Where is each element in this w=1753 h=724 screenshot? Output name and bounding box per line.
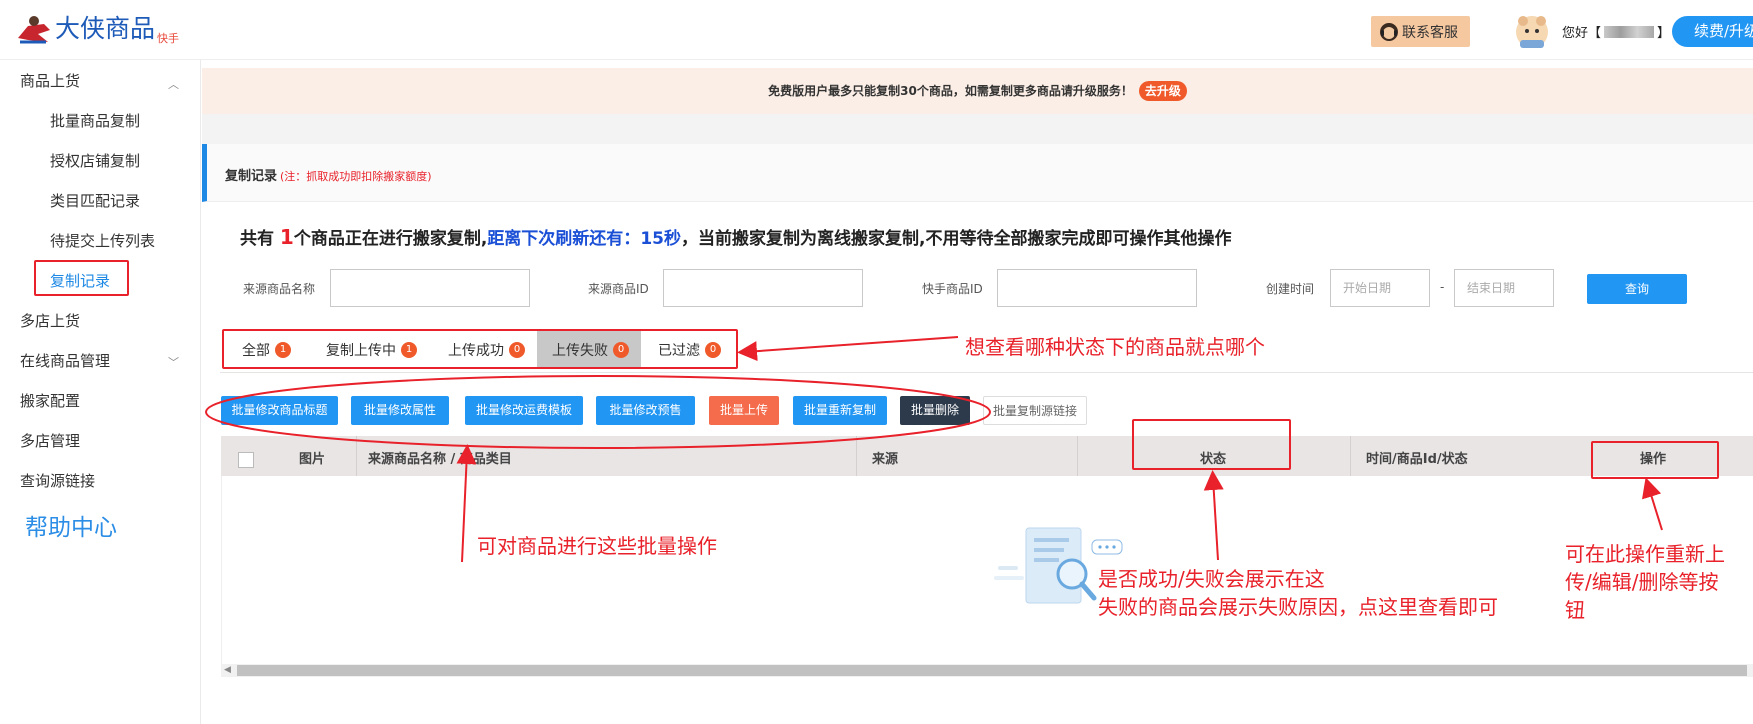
sidebar-item-source-link-query[interactable]: 查询源链接: [20, 470, 95, 491]
column-source-name: 来源商品名称 / 商品类目: [368, 452, 512, 467]
created-time-label: 创建时间: [1266, 282, 1315, 296]
column-divider: [1350, 436, 1351, 476]
batch-edit-shipping-template-button[interactable]: 批量修改运费模板: [465, 396, 583, 425]
username-redacted: [1604, 25, 1655, 38]
column-time-id-status: 时间/商品Id/状态: [1366, 452, 1468, 467]
sidebar-item-batch-copy[interactable]: 批量商品复制: [50, 110, 140, 131]
page-note: (注：抓取成功即扣除搬家额度): [280, 170, 432, 183]
support-agent-icon: [1379, 22, 1399, 42]
column-divider: [1077, 436, 1078, 476]
help-center-link[interactable]: 帮助中心: [25, 508, 117, 542]
section-header: 复制记录 (注：抓取成功即扣除搬家额度): [202, 144, 1753, 202]
column-divider: [356, 436, 357, 476]
notice-text: 免费版用户最多只能复制30个商品，如需复制更多商品请升级服务！: [768, 84, 1133, 98]
sidebar-item-pending-upload[interactable]: 待提交上传列表: [50, 230, 155, 251]
column-image: 图片: [299, 452, 326, 467]
upgrade-button[interactable]: 去升级: [1138, 81, 1187, 101]
batch-edit-title-button[interactable]: 批量修改商品标题: [221, 396, 338, 425]
user-greeting: 您好【 】: [1562, 25, 1671, 41]
select-all-checkbox[interactable]: [238, 452, 254, 468]
ks-id-input[interactable]: [997, 269, 1197, 307]
batch-edit-attributes-button[interactable]: 批量修改属性: [351, 396, 449, 425]
logo-hero-icon: [14, 12, 52, 46]
sidebar-item-move-config[interactable]: 搬家配置: [20, 390, 80, 411]
annotation-status-hint-1: 是否成功/失败会展示在这: [1098, 567, 1325, 591]
scroll-left-icon[interactable]: ◀: [224, 665, 231, 675]
logo-text: 大侠商品: [55, 14, 156, 43]
batch-copy-source-link-button[interactable]: 批量复制源链接: [983, 396, 1087, 425]
divider-strip: [202, 114, 1753, 144]
annotation-box-tabs: [222, 329, 738, 369]
sidebar-item-multi-store-listing[interactable]: 多店上货: [20, 310, 80, 331]
annotation-box-copy-records: [34, 260, 129, 296]
annotation-box-operations: [1591, 441, 1719, 479]
source-id-label: 来源商品ID: [588, 282, 649, 296]
logo[interactable]: 大侠商品 快手: [14, 12, 179, 46]
refresh-countdown: 15秒: [640, 229, 681, 249]
start-date-input[interactable]: 开始日期: [1330, 269, 1430, 307]
source-name-label: 来源商品名称: [243, 282, 316, 296]
batch-upload-button[interactable]: 批量上传: [709, 396, 779, 425]
upgrade-notice: 免费版用户最多只能复制30个商品，如需复制更多商品请升级服务！ 去升级: [202, 68, 1753, 114]
logo-platform: 快手: [157, 32, 180, 45]
copying-count: 1: [279, 225, 294, 249]
query-button[interactable]: 查询: [1587, 274, 1687, 304]
date-dash: -: [1440, 280, 1445, 294]
batch-edit-presale-button[interactable]: 批量修改预售: [596, 396, 695, 425]
batch-recopy-button[interactable]: 批量重新复制: [793, 396, 887, 425]
source-id-input[interactable]: [663, 269, 863, 307]
renew-upgrade-button[interactable]: 续费/升级: [1672, 16, 1753, 47]
chevron-down-icon[interactable]: ﹀: [168, 354, 179, 370]
sidebar-item-online-products[interactable]: 在线商品管理: [20, 350, 110, 371]
top-header: 大侠商品 快手 联系客服 您好【 】 续费/升级: [0, 0, 1753, 60]
page-title: 复制记录 (注：抓取成功即扣除搬家额度): [225, 169, 432, 184]
copy-summary: 共有 1个商品正在进行搬家复制,距离下次刷新还有：15秒，当前搬家复制为离线搬家…: [240, 225, 1232, 249]
sidebar-group-listing[interactable]: 商品上货: [20, 70, 80, 91]
end-date-input[interactable]: 结束日期: [1454, 269, 1554, 307]
sidebar: 商品上货 ︿ 批量商品复制 授权店铺复制 类目匹配记录 待提交上传列表 复制记录…: [0, 60, 201, 724]
sidebar-item-category-match[interactable]: 类目匹配记录: [50, 190, 140, 211]
scrollbar-thumb[interactable]: [237, 665, 1747, 676]
annotation-tabs-hint: 想查看哪种状态下的商品就点哪个: [965, 335, 1265, 359]
horizontal-scrollbar[interactable]: ◀: [221, 664, 1753, 677]
column-source: 来源: [872, 452, 899, 467]
annotation-ops-hint-3: 钮: [1565, 598, 1585, 622]
ks-id-label: 快手商品ID: [922, 282, 983, 296]
contact-support-button[interactable]: 联系客服: [1371, 16, 1470, 47]
source-name-input[interactable]: [330, 269, 530, 307]
annotation-status-hint-2: 失败的商品会展示失败原因，点这里查看即可: [1098, 595, 1498, 619]
support-label: 联系客服: [1402, 24, 1458, 41]
chevron-up-icon[interactable]: ︿: [168, 76, 179, 92]
sidebar-item-auth-shop-copy[interactable]: 授权店铺复制: [50, 150, 140, 171]
batch-delete-button[interactable]: 批量删除: [900, 396, 970, 425]
annotation-ops-hint-2: 传/编辑/删除等按: [1565, 570, 1719, 594]
sidebar-item-store-management[interactable]: 多店管理: [20, 430, 80, 451]
avatar[interactable]: [1514, 14, 1550, 50]
annotation-batch-hint: 可对商品进行这些批量操作: [477, 534, 717, 558]
table-body: [221, 476, 1753, 664]
annotation-box-status: [1132, 419, 1291, 470]
annotation-ops-hint-1: 可在此操作重新上: [1565, 542, 1725, 566]
column-divider: [856, 436, 857, 476]
